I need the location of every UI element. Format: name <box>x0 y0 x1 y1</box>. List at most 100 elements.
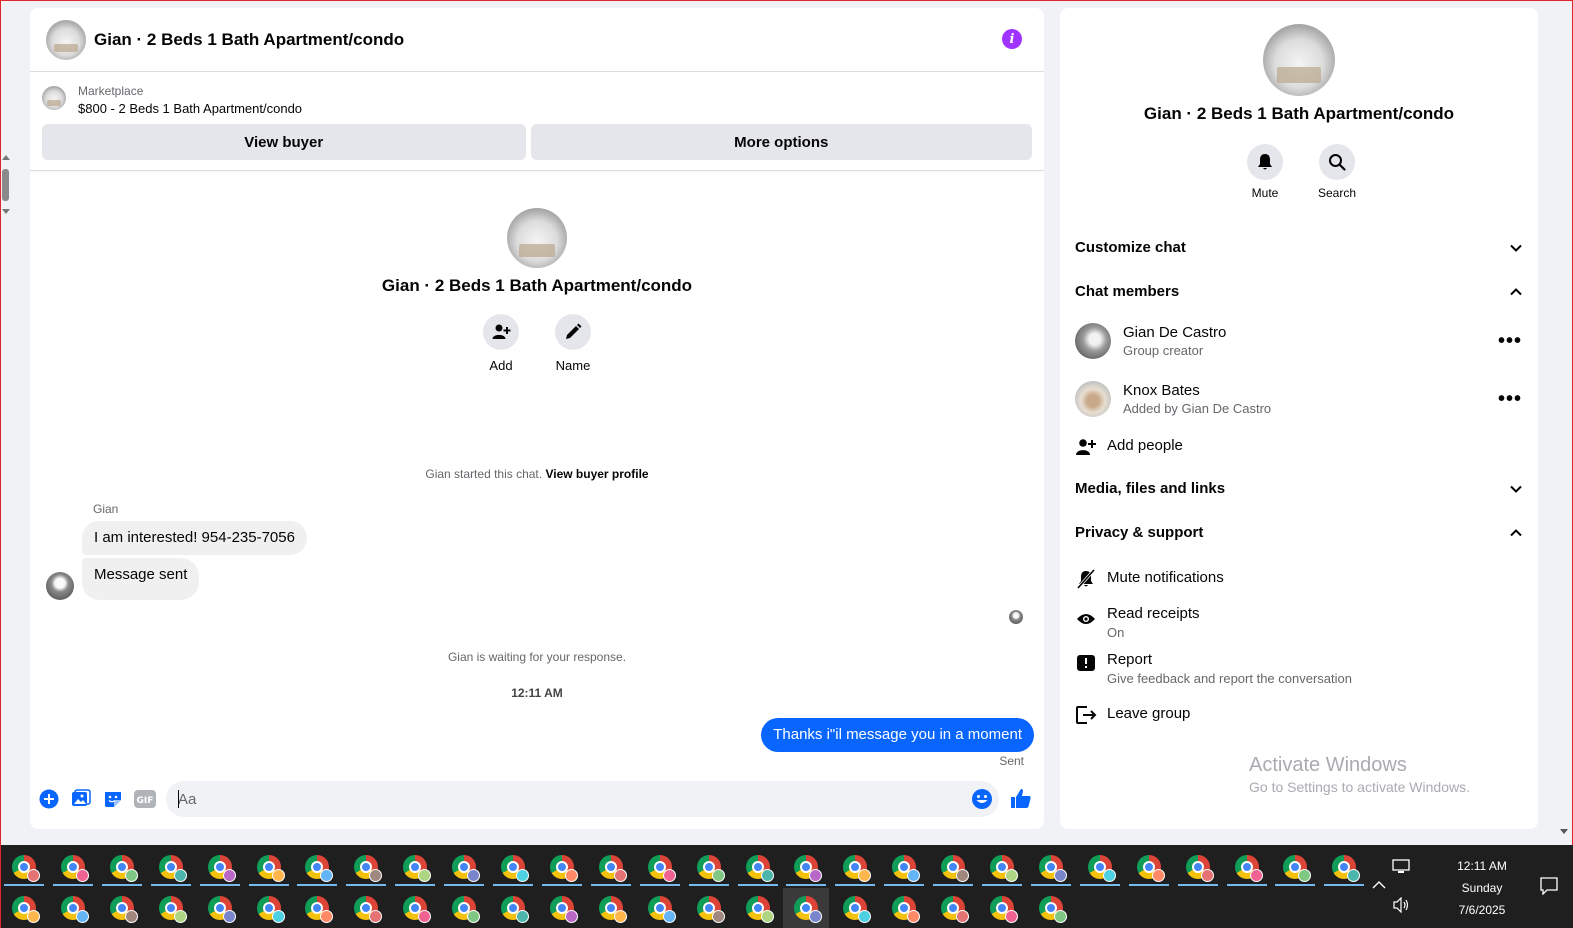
chrome-taskbar-button[interactable] <box>637 847 683 887</box>
gif-icon[interactable]: GIF <box>134 788 156 810</box>
chrome-taskbar-button[interactable] <box>50 888 96 928</box>
chrome-taskbar-button[interactable] <box>735 888 781 928</box>
member-row[interactable]: Knox Bates Added by Gian De Castro ••• <box>1075 379 1522 419</box>
search-button[interactable]: Search <box>1318 144 1356 200</box>
chrome-taskbar-button[interactable] <box>686 888 732 928</box>
chrome-taskbar-button[interactable] <box>197 888 243 928</box>
chrome-taskbar-button[interactable] <box>637 888 683 928</box>
chrome-taskbar-button[interactable] <box>930 847 976 887</box>
chrome-taskbar-button[interactable] <box>783 888 830 928</box>
chrome-taskbar-button[interactable] <box>1272 847 1318 887</box>
member-name[interactable]: Gian De Castro <box>1123 323 1498 342</box>
leave-group-button[interactable]: Leave group <box>1075 704 1522 726</box>
chevron-up-icon[interactable] <box>1372 877 1386 893</box>
chrome-taskbar-button[interactable] <box>392 847 438 887</box>
chrome-taskbar-button[interactable] <box>979 847 1025 887</box>
chrome-taskbar-button[interactable] <box>1175 847 1221 887</box>
member-row[interactable]: Gian De Castro Group creator ••• <box>1075 321 1522 361</box>
photo-icon[interactable] <box>70 788 92 810</box>
chrome-taskbar-button[interactable] <box>930 888 976 928</box>
read-receipts-button[interactable]: Read receipts On <box>1075 604 1522 642</box>
chat-title[interactable]: Gian · 2 Beds 1 Bath Apartment/condo <box>94 30 404 50</box>
chrome-taskbar-button[interactable] <box>1321 847 1367 887</box>
chrome-taskbar-button[interactable] <box>148 888 194 928</box>
listing-avatar[interactable] <box>46 19 86 60</box>
chrome-taskbar-button[interactable] <box>881 847 927 887</box>
sticker-icon[interactable] <box>102 788 124 810</box>
scroll-up-arrow[interactable] <box>2 155 10 160</box>
view-buyer-button[interactable]: View buyer <box>42 124 526 160</box>
chrome-taskbar-button[interactable] <box>490 847 536 887</box>
page-scrollbar[interactable] <box>1 151 11 221</box>
marketplace-listing[interactable]: $800 - 2 Beds 1 Bath Apartment/condo <box>78 100 302 118</box>
chrome-taskbar-button[interactable] <box>246 888 292 928</box>
chrome-taskbar-button[interactable] <box>1 847 47 887</box>
chrome-taskbar-button[interactable] <box>294 847 340 887</box>
info-icon[interactable]: i <box>1002 29 1022 49</box>
chrome-taskbar-button[interactable] <box>832 888 878 928</box>
chrome-taskbar-button[interactable] <box>1028 847 1074 887</box>
chrome-taskbar-button[interactable] <box>881 888 927 928</box>
outgoing-message[interactable]: Thanks i"il message you in a moment <box>761 718 1034 752</box>
chrome-taskbar-button[interactable] <box>686 847 732 887</box>
scroll-down-arrow[interactable] <box>2 209 10 214</box>
chrome-taskbar-button[interactable] <box>832 847 878 887</box>
member-avatar[interactable] <box>1075 323 1111 359</box>
chrome-taskbar-button[interactable] <box>1126 847 1172 887</box>
member-avatar[interactable] <box>1075 381 1111 417</box>
chrome-taskbar-button[interactable] <box>539 888 585 928</box>
chrome-taskbar-button[interactable] <box>294 888 340 928</box>
chrome-taskbar-button[interactable] <box>197 847 243 887</box>
privacy-support-section[interactable]: Privacy & support <box>1075 524 1522 541</box>
media-section[interactable]: Media, files and links <box>1075 480 1522 497</box>
chrome-taskbar-button[interactable] <box>783 847 829 887</box>
plus-circle-icon[interactable] <box>38 788 60 810</box>
view-buyer-profile-link[interactable]: View buyer profile <box>545 467 648 481</box>
chrome-taskbar-button[interactable] <box>99 847 145 887</box>
mute-notifications-button[interactable]: Mute notifications <box>1075 568 1522 590</box>
chrome-taskbar-button[interactable] <box>588 888 634 928</box>
more-options-icon[interactable]: ••• <box>1498 331 1522 351</box>
chrome-taskbar-button[interactable] <box>1224 847 1270 887</box>
chrome-taskbar-button[interactable] <box>99 888 145 928</box>
add-member-button[interactable]: Add <box>483 314 519 373</box>
incoming-message[interactable]: Message sent <box>82 558 200 600</box>
chrome-taskbar-button[interactable] <box>441 847 487 887</box>
volume-icon[interactable] <box>1392 896 1410 916</box>
emoji-icon[interactable] <box>971 788 993 815</box>
chrome-taskbar-button[interactable] <box>343 888 389 928</box>
chrome-taskbar-button[interactable] <box>588 847 634 887</box>
chrome-taskbar-button[interactable] <box>735 847 781 887</box>
customize-chat-section[interactable]: Customize chat <box>1075 239 1522 256</box>
taskbar-clock[interactable]: 12:11 AM Sunday 7/6/2025 <box>1434 855 1530 921</box>
network-icon[interactable] <box>1392 859 1410 878</box>
chrome-taskbar-button[interactable] <box>979 888 1025 928</box>
chrome-taskbar-button[interactable] <box>1 888 47 928</box>
marketplace-listing-thumbnail[interactable] <box>42 86 66 110</box>
right-scroll-down-arrow[interactable] <box>1560 829 1568 834</box>
chrome-taskbar-button[interactable] <box>1077 847 1123 887</box>
more-options-icon[interactable]: ••• <box>1498 389 1522 409</box>
thumbs-up-icon[interactable] <box>1009 787 1033 816</box>
report-button[interactable]: Report Give feedback and report the conv… <box>1075 650 1522 688</box>
name-button[interactable]: Name <box>555 314 591 373</box>
chrome-taskbar-button[interactable] <box>1028 888 1074 928</box>
more-options-button[interactable]: More options <box>530 124 1032 160</box>
chrome-taskbar-button[interactable] <box>441 888 487 928</box>
sender-avatar[interactable] <box>46 572 74 600</box>
mute-button[interactable]: Mute <box>1247 144 1283 200</box>
chrome-taskbar-button[interactable] <box>50 847 96 887</box>
member-name[interactable]: Knox Bates <box>1123 381 1498 400</box>
chrome-taskbar-button[interactable] <box>246 847 292 887</box>
chrome-taskbar-button[interactable] <box>343 847 389 887</box>
notification-center-icon[interactable] <box>1540 877 1558 898</box>
chrome-taskbar-button[interactable] <box>539 847 585 887</box>
chrome-taskbar-button[interactable] <box>148 847 194 887</box>
chrome-taskbar-button[interactable] <box>490 888 536 928</box>
message-input[interactable] <box>166 781 999 817</box>
incoming-message[interactable]: I am interested! 954-235-7056 <box>82 521 307 555</box>
chrome-taskbar-button[interactable] <box>392 888 438 928</box>
add-people-button[interactable]: Add people <box>1075 436 1522 458</box>
scroll-thumb[interactable] <box>2 169 9 201</box>
chat-members-section[interactable]: Chat members <box>1075 283 1522 300</box>
